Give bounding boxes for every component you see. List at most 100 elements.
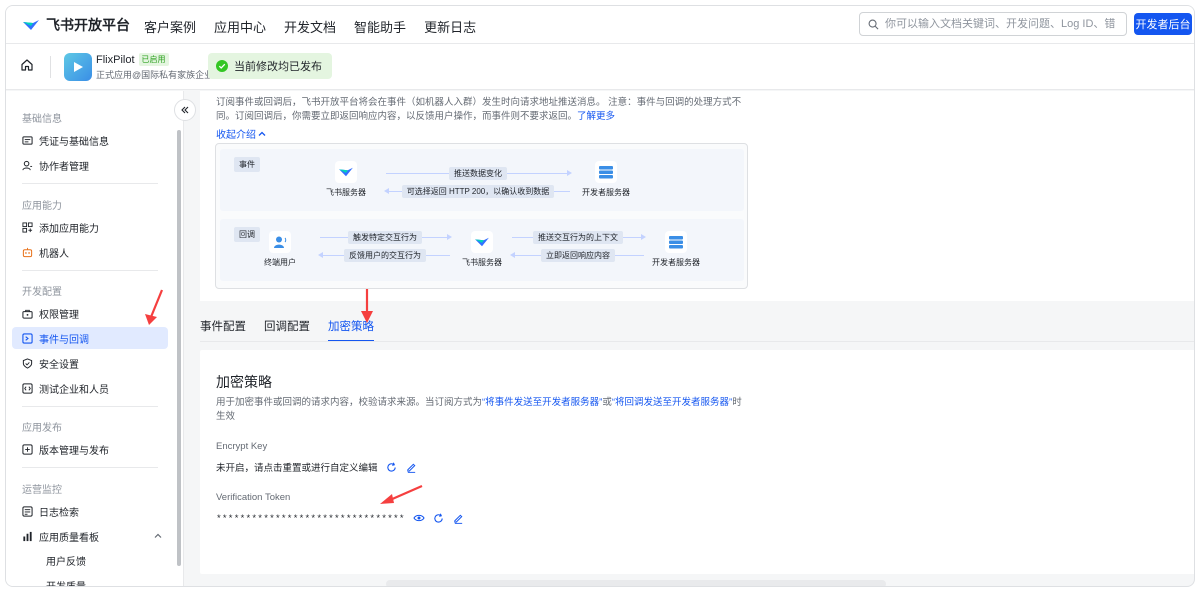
sidebar-item-versions[interactable]: 版本管理与发布 <box>12 438 168 460</box>
sidebar-item-security[interactable]: 安全设置 <box>12 352 168 374</box>
collapse-intro-link[interactable]: 收起介绍 <box>216 126 266 141</box>
sidebar-item-label: 凭证与基础信息 <box>39 136 109 148</box>
sidebar-item-dev-quality[interactable]: 开发质量 <box>12 574 168 587</box>
sidebar-section-capabilities: 应用能力 <box>22 201 62 212</box>
search-icon <box>868 19 879 29</box>
desc-highlight-event: “将事件发送至开发者服务器” <box>482 397 603 408</box>
nav-link-docs[interactable]: 开发文档 <box>284 17 336 36</box>
top-navbar: 飞书开放平台 客户案例 应用中心 开发文档 智能助手 更新日志 开发者后台 <box>6 6 1194 44</box>
sidebar-item-label: 测试企业和人员 <box>39 384 109 396</box>
sidebar-item-user-feedback[interactable]: 用户反馈 <box>12 549 168 571</box>
server-icon <box>595 161 617 183</box>
verification-token-label: Verification Token <box>216 492 291 503</box>
nav-link-assistant[interactable]: 智能助手 <box>354 17 406 36</box>
flow-label: 触发特定交互行为 <box>348 231 422 244</box>
app-header-bar: FlixPilot 已启用 正式应用@国际私有家族企业 当前修改均已发布 <box>6 44 1194 90</box>
shield-icon <box>22 357 33 369</box>
developer-server-node: 开发者服务器 <box>646 231 706 268</box>
feishu-logo-icon <box>23 20 39 30</box>
sidebar-item-label: 事件与回调 <box>39 334 89 346</box>
reset-icon[interactable] <box>386 461 398 473</box>
divider <box>22 467 158 468</box>
reply-flow: 可选择返回 HTTP 200，以确认收到数据 <box>384 185 570 198</box>
sidebar-item-collaborators[interactable]: 协作者管理 <box>12 154 168 176</box>
sidebar-item-label: 用户反馈 <box>46 556 86 568</box>
brand-logo[interactable]: 飞书开放平台 <box>22 15 130 35</box>
flow-diagram: 事件 飞书服务器 推送数据变化 可选择返回 HTTP 200，以确认收到数据 开… <box>215 143 748 289</box>
search-input[interactable] <box>885 18 1115 30</box>
sidebar-item-add-capability[interactable]: 添加应用能力 <box>12 216 168 238</box>
home-icon[interactable] <box>20 58 34 72</box>
id-card-icon <box>22 135 33 145</box>
annotation-arrow-icon <box>361 289 373 323</box>
reset-icon[interactable] <box>433 512 445 524</box>
divider <box>50 56 51 78</box>
intro-text: 订阅事件或回调后，飞书开放平台将会在事件（如机器人入群）发生时向请求地址推送消息… <box>216 96 756 124</box>
developer-server-node: 开发者服务器 <box>576 161 636 198</box>
tab-event-config[interactable]: 事件配置 <box>200 318 246 342</box>
learn-more-link[interactable]: 了解更多 <box>577 111 615 122</box>
push-data-flow: 推送数据变化 <box>386 167 572 180</box>
check-circle-icon <box>216 60 228 72</box>
feishu-logo-icon <box>335 161 357 183</box>
sidebar-item-label: 安全设置 <box>39 359 79 371</box>
divider <box>22 183 158 184</box>
sidebar-scrollbar[interactable] <box>177 130 181 566</box>
end-user-node: 终端用户 <box>250 231 310 268</box>
intro-card: 订阅事件或回调后，飞书开放平台将会在事件（如机器人入群）发生时向请求地址推送消息… <box>200 91 1194 301</box>
sidebar-item-label: 机器人 <box>39 248 69 260</box>
sidebar-item-label: 权限管理 <box>39 309 79 321</box>
event-tag: 事件 <box>234 157 260 172</box>
nav-link-cases[interactable]: 客户案例 <box>144 17 196 36</box>
sidebar-item-bot[interactable]: 机器人 <box>12 241 168 263</box>
verification-token-value: ******************************** <box>216 512 405 524</box>
sidebar-item-quality-board[interactable]: 应用质量看板 <box>12 525 168 547</box>
chevron-up-icon[interactable] <box>154 532 162 540</box>
app-name-row: FlixPilot 已启用 <box>96 53 169 66</box>
flow-label: 反馈用户的交互行为 <box>344 249 426 262</box>
app-window: 飞书开放平台 客户案例 应用中心 开发文档 智能助手 更新日志 开发者后台 Fl… <box>5 5 1195 587</box>
nav-link-changelog[interactable]: 更新日志 <box>424 17 476 36</box>
node-label: 终端用户 <box>264 258 296 267</box>
sidebar-section-release: 应用发布 <box>22 423 62 434</box>
sidebar-collapse-button[interactable] <box>174 99 196 121</box>
bot-icon <box>22 247 33 257</box>
feishu-server-node: 飞书服务器 <box>316 161 376 198</box>
node-label: 飞书服务器 <box>462 258 502 267</box>
callback-row: 回调 终端用户 触发特定交互行为 反馈用户的交互行为 飞书服务器 推送交互行为的… <box>220 219 744 281</box>
flow-label: 立即返回响应内容 <box>541 249 615 262</box>
verification-token-row: ******************************** <box>216 512 465 524</box>
app-subtitle: 正式应用@国际私有家族企业 <box>96 70 214 80</box>
encryption-card: 加密策略 用于加密事件或回调的请求内容，校验请求来源。当订阅方式为“将事件发送至… <box>200 350 1194 574</box>
sidebar-item-logs[interactable]: 日志检索 <box>12 500 168 522</box>
sidebar-item-label: 日志检索 <box>39 507 79 519</box>
sidebar-item-events-callbacks[interactable]: 事件与回调 <box>12 327 168 349</box>
sidebar-item-test-tenants[interactable]: 测试企业和人员 <box>12 377 168 399</box>
event-row: 事件 飞书服务器 推送数据变化 可选择返回 HTTP 200，以确认收到数据 开… <box>220 149 744 211</box>
sidebar-item-label: 开发质量 <box>46 581 86 587</box>
tabs-divider <box>200 341 1194 342</box>
developer-console-button[interactable]: 开发者后台 <box>1134 13 1192 35</box>
nav-link-app-center[interactable]: 应用中心 <box>214 17 266 36</box>
user-icon <box>22 160 33 170</box>
flow-label: 推送交互行为的上下文 <box>533 231 623 244</box>
divider <box>22 270 158 271</box>
publish-status-tag: 当前修改均已发布 <box>208 53 332 79</box>
edit-icon[interactable] <box>406 461 418 473</box>
brand-name: 飞书开放平台 <box>46 17 130 33</box>
encrypt-key-label: Encrypt Key <box>216 441 268 452</box>
edit-icon[interactable] <box>453 512 465 524</box>
publish-status-text: 当前修改均已发布 <box>234 61 322 73</box>
search-box[interactable] <box>859 12 1127 36</box>
encrypt-key-value: 未开启，请点击重置或进行自定义编辑 <box>216 463 378 474</box>
divider <box>22 406 158 407</box>
eye-icon[interactable] <box>413 512 425 524</box>
annotation-arrow-icon <box>380 484 423 504</box>
feishu-logo-icon <box>471 231 493 253</box>
sidebar-item-label: 添加应用能力 <box>39 223 99 235</box>
user-icon <box>269 231 291 253</box>
sidebar-item-credentials[interactable]: 凭证与基础信息 <box>12 129 168 151</box>
encryption-description: 用于加密事件或回调的请求内容，校验请求来源。当订阅方式为“将事件发送至开发者服务… <box>216 396 746 424</box>
tab-callback-config[interactable]: 回调配置 <box>264 318 310 342</box>
node-label: 飞书服务器 <box>326 188 366 197</box>
